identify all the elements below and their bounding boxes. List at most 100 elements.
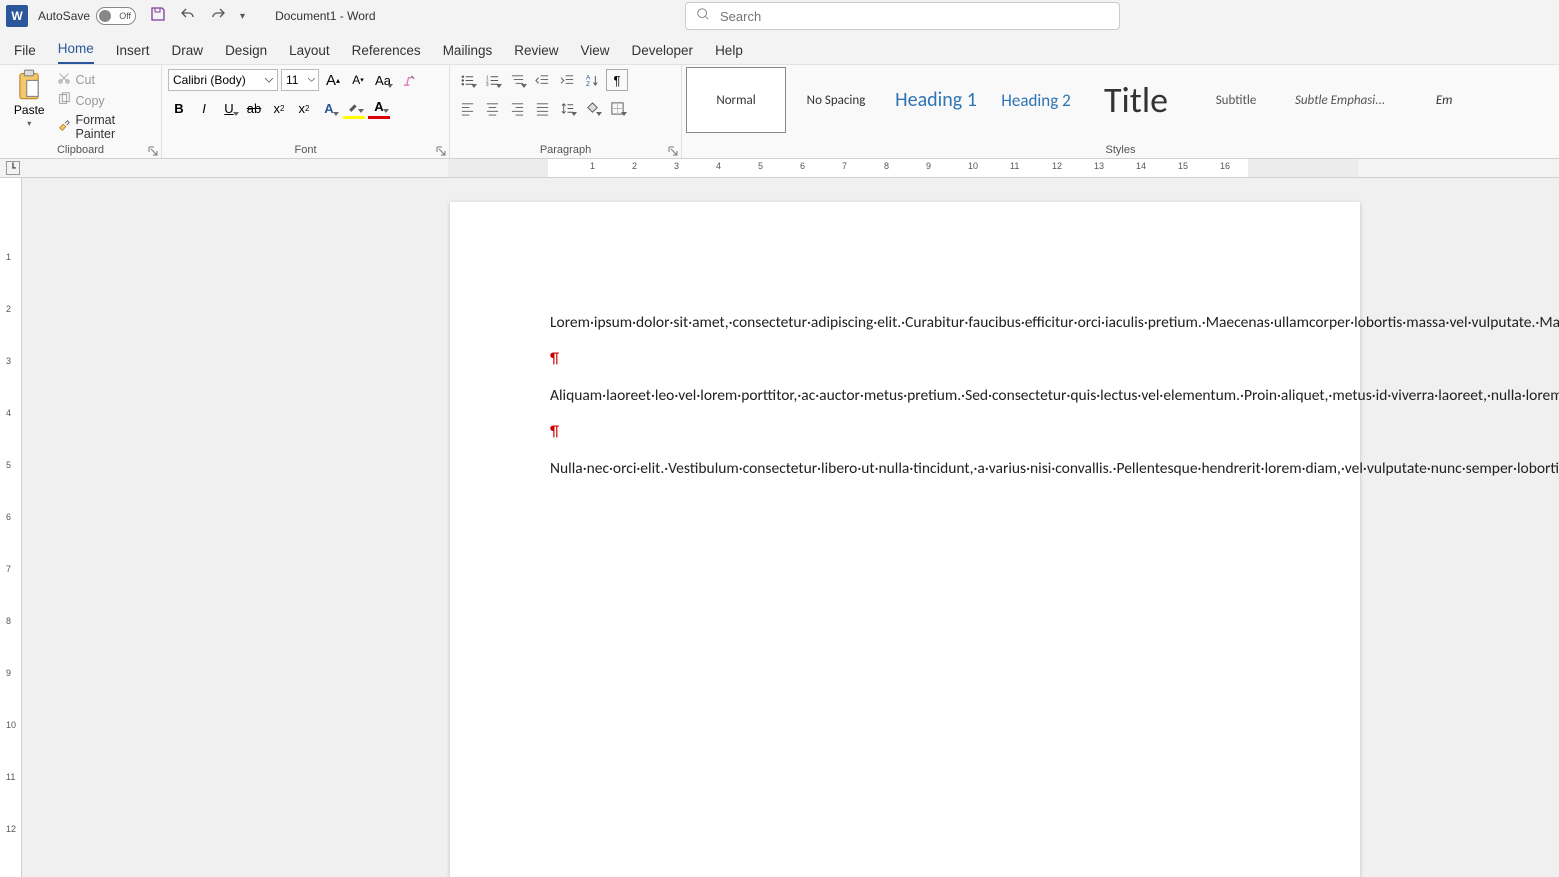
font-group-label: Font — [168, 142, 443, 158]
ruler-mark: 11 — [1010, 161, 1019, 171]
paragraph[interactable]: ¶ — [550, 348, 1260, 370]
underline-icon[interactable]: U — [218, 97, 240, 119]
sort-icon[interactable]: AZ — [581, 69, 603, 91]
shrink-font-icon[interactable]: A▾ — [347, 69, 369, 91]
group-font: A▴ A▾ Aa B I U ab x2 x2 A A Font — [162, 65, 450, 158]
search-box[interactable] — [685, 2, 1120, 30]
save-icon[interactable] — [150, 6, 166, 27]
tab-mailings[interactable]: Mailings — [443, 43, 493, 64]
ruler-mark: 5 — [758, 161, 763, 171]
increase-indent-icon[interactable] — [556, 69, 578, 91]
paragraph[interactable]: Aliquam·laoreet·leo·vel·lorem·porttitor,… — [550, 385, 1260, 407]
tab-file[interactable]: File — [14, 43, 36, 64]
chevron-down-icon: ▾ — [27, 119, 31, 128]
tab-references[interactable]: References — [352, 43, 421, 64]
tab-draw[interactable]: Draw — [172, 43, 204, 64]
group-clipboard: Paste ▾ Cut Copy Format Painter Clipboar… — [0, 65, 162, 158]
shading-icon[interactable] — [581, 97, 603, 119]
font-color-icon[interactable]: A — [368, 97, 390, 119]
style-nospacing[interactable]: No Spacing — [786, 67, 886, 133]
style-title[interactable]: Title — [1086, 67, 1186, 133]
horizontal-ruler[interactable]: 12345678910111213141516 — [448, 159, 1358, 177]
document-title: Document1 - Word — [275, 9, 375, 23]
vruler-mark: 2 — [6, 304, 11, 314]
style-emph[interactable]: Em — [1394, 67, 1494, 133]
tab-design[interactable]: Design — [225, 43, 267, 64]
group-paragraph: 123 AZ ¶ Paragraph — [450, 65, 682, 158]
vruler-mark: 12 — [6, 824, 16, 834]
change-case-icon[interactable]: Aa — [372, 69, 394, 91]
decrease-indent-icon[interactable] — [531, 69, 553, 91]
clipboard-group-label: Clipboard — [6, 142, 155, 158]
paragraph[interactable]: Nulla·nec·orci·elit.·Vestibulum·consecte… — [550, 458, 1260, 480]
paragraph-launcher-icon[interactable] — [667, 144, 679, 156]
ruler-mark: 9 — [926, 161, 931, 171]
pilcrow-icon: ¶ — [550, 422, 559, 441]
style-heading1[interactable]: Heading 1 — [886, 67, 986, 133]
redo-icon[interactable] — [210, 6, 226, 27]
vertical-ruler[interactable]: 123456789101112 — [0, 178, 22, 877]
cut-button[interactable]: Cut — [57, 71, 156, 88]
align-right-icon[interactable] — [506, 97, 528, 119]
align-left-icon[interactable] — [456, 97, 478, 119]
tab-review[interactable]: Review — [514, 43, 558, 64]
ruler-area: ┗ 12345678910111213141516 — [0, 159, 1559, 178]
svg-text:3: 3 — [485, 82, 488, 87]
clipboard-launcher-icon[interactable] — [147, 144, 159, 156]
page[interactable]: Lorem·ipsum·dolor·sit·amet,·consectetur·… — [450, 202, 1360, 877]
multilevel-list-icon[interactable] — [506, 69, 528, 91]
tab-layout[interactable]: Layout — [289, 43, 330, 64]
tab-home[interactable]: Home — [58, 41, 94, 64]
title-bar: W AutoSave Off ▾ Document1 - Word — [0, 0, 1559, 32]
paragraph[interactable]: Lorem·ipsum·dolor·sit·amet,·consectetur·… — [550, 312, 1260, 334]
font-launcher-icon[interactable] — [435, 144, 447, 156]
tab-view[interactable]: View — [580, 43, 609, 64]
style-gallery: NormalNo SpacingHeading 1Heading 2TitleS… — [686, 67, 1494, 133]
document-canvas[interactable]: Lorem·ipsum·dolor·sit·amet,·consectetur·… — [22, 178, 1559, 877]
text-effects-icon[interactable]: A — [318, 97, 340, 119]
search-input[interactable] — [720, 9, 1109, 24]
svg-text:Z: Z — [585, 81, 589, 88]
style-heading2[interactable]: Heading 2 — [986, 67, 1086, 133]
subscript-icon[interactable]: x2 — [268, 97, 290, 119]
style-normal[interactable]: Normal — [686, 67, 786, 133]
line-spacing-icon[interactable] — [556, 97, 578, 119]
align-center-icon[interactable] — [481, 97, 503, 119]
vruler-mark: 7 — [6, 564, 11, 574]
tab-selector[interactable]: ┗ — [6, 161, 20, 175]
font-size-input[interactable] — [281, 69, 319, 91]
vruler-mark: 5 — [6, 460, 11, 470]
strikethrough-icon[interactable]: ab — [243, 97, 265, 119]
style-subtitle[interactable]: Subtitle — [1186, 67, 1286, 133]
paste-button[interactable]: Paste ▾ — [6, 69, 53, 128]
ruler-mark: 10 — [968, 161, 978, 171]
superscript-icon[interactable]: x2 — [293, 97, 315, 119]
tab-help[interactable]: Help — [715, 43, 743, 64]
qat-more-icon[interactable]: ▾ — [240, 11, 245, 22]
format-painter-label: Format Painter — [76, 113, 156, 141]
bold-icon[interactable]: B — [168, 97, 190, 119]
quick-access-toolbar: ▾ — [150, 6, 245, 27]
show-hide-icon[interactable]: ¶ — [606, 69, 628, 91]
italic-icon[interactable]: I — [193, 97, 215, 119]
highlight-icon[interactable] — [343, 97, 365, 119]
tab-insert[interactable]: Insert — [116, 43, 150, 64]
grow-font-icon[interactable]: A▴ — [322, 69, 344, 91]
font-name-input[interactable] — [168, 69, 278, 91]
justify-icon[interactable] — [531, 97, 553, 119]
paste-label: Paste — [14, 103, 45, 117]
clear-formatting-icon[interactable] — [397, 69, 419, 91]
style-subtleemph[interactable]: Subtle Emphasi... — [1286, 67, 1394, 133]
borders-icon[interactable] — [606, 97, 628, 119]
tab-developer[interactable]: Developer — [632, 43, 694, 64]
undo-icon[interactable] — [180, 6, 196, 27]
format-painter-button[interactable]: Format Painter — [57, 113, 156, 141]
vruler-mark: 9 — [6, 668, 11, 678]
ribbon-tabs: File Home Insert Draw Design Layout References… — [0, 32, 1559, 64]
paragraph-group-label: Paragraph — [456, 142, 675, 158]
autosave-toggle[interactable]: Off — [96, 7, 136, 25]
bullets-icon[interactable] — [456, 69, 478, 91]
paragraph[interactable]: ¶ — [550, 421, 1260, 443]
copy-button[interactable]: Copy — [57, 92, 156, 109]
numbering-icon[interactable]: 123 — [481, 69, 503, 91]
